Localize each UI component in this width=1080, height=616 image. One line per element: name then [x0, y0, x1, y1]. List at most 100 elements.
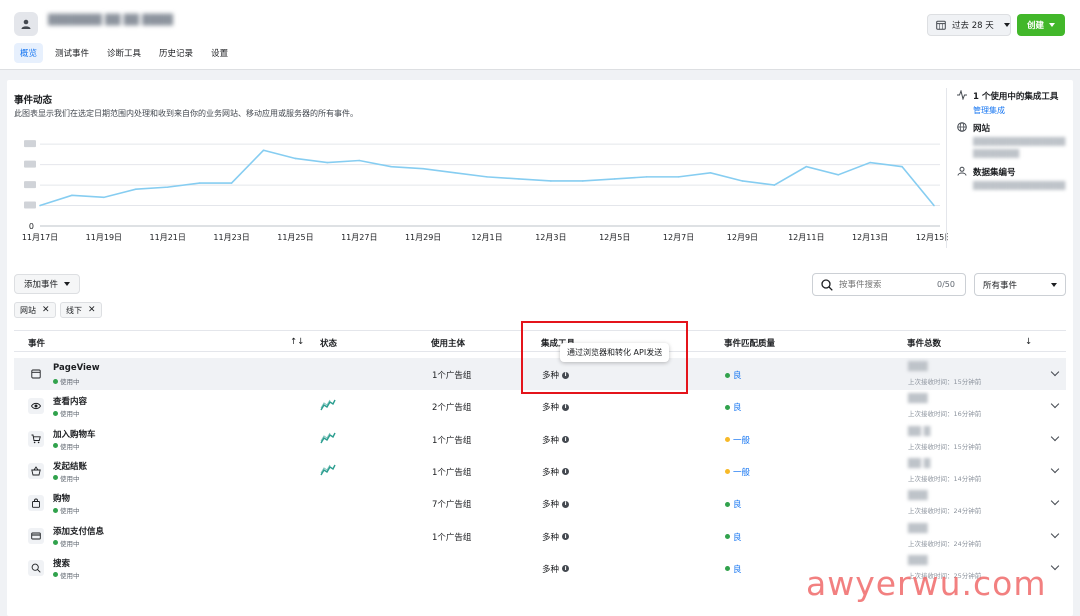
x-tick-label: 12月13日 [852, 233, 888, 242]
quality-dot [725, 404, 730, 410]
table-row[interactable]: 购物 使用中 7个广告组 多种 i 良 ███ 上次接收时间：24分钟前 [14, 487, 1066, 519]
event-filter-select[interactable]: 所有事件 [974, 273, 1066, 296]
chevron-down-icon [1051, 282, 1057, 287]
dataset-avatar[interactable] [14, 12, 38, 36]
event-quality: 良 [725, 401, 742, 413]
table-row[interactable]: 加入购物车 使用中 1个广告组 多种 i 一般 ██ █ 上次接收时间：15分钟前 [14, 423, 1066, 455]
total-count: ██ █ [908, 426, 931, 437]
people-icon [957, 166, 967, 176]
manage-integrations-link[interactable]: 管理集成 [973, 105, 1058, 116]
chevron-down-icon[interactable] [1050, 496, 1060, 506]
last-received: 上次接收时间：15分钟前 [908, 442, 982, 451]
arrow-down-icon[interactable]: ↓ [1025, 337, 1032, 347]
event-owner: 2个广告组 [432, 403, 472, 414]
data-point [262, 149, 265, 152]
data-point [454, 171, 456, 174]
data-point [39, 204, 41, 207]
data-point [613, 178, 616, 180]
dataset-id-value: ████████████████ [973, 181, 1066, 190]
integration-label: 多种 [542, 435, 560, 446]
x-tick-label: 11月17日 [22, 233, 58, 242]
x-tick-label: 12月5日 [599, 233, 630, 242]
event-status: 使用中 [53, 538, 80, 548]
integration-label: 多种 [542, 532, 560, 543]
event-owner: 1个广告组 [432, 467, 472, 478]
event-total: ██ █ 上次接收时间：14分钟前 [908, 459, 981, 483]
event-icon [28, 366, 44, 382]
tab-test-events[interactable]: 测试事件 [49, 43, 95, 63]
info-icon[interactable]: i [562, 565, 570, 573]
event-activity-chart: 0 11月17日 11月19日 11月21日 11月23日 11月25日 11月27日 11月… [22, 140, 948, 242]
activity-title: 事件动态 [14, 95, 53, 106]
event-name: 发起结账 [53, 461, 88, 472]
y-tick-label-redacted [24, 181, 36, 189]
dataset-id-label: 数据集编号 [973, 168, 1016, 178]
event-total: ███ 上次接收时间：16分钟前 [908, 394, 981, 418]
data-point [198, 182, 201, 184]
chevron-down-icon[interactable] [1050, 561, 1060, 571]
event-name: 添加支付信息 [53, 526, 105, 537]
info-icon[interactable]: i [562, 403, 570, 411]
tab-settings[interactable]: 设置 [205, 43, 234, 63]
x-tick-label: 11月25日 [277, 233, 313, 242]
info-icon[interactable]: i [562, 468, 570, 476]
x-tick-label: 11月21日 [150, 233, 186, 242]
event-status: 使用中 [53, 570, 80, 580]
data-point [166, 186, 169, 188]
total-count: ███ [908, 362, 928, 372]
chevron-down-icon[interactable] [1050, 432, 1060, 441]
table-row[interactable]: 查看内容 使用中 2个广告组 多种 i 良 ███ 上次接收时间：16分钟前 [14, 390, 1066, 422]
y-tick-label-redacted [24, 160, 36, 168]
close-icon[interactable]: ✕ [42, 305, 50, 315]
info-icon[interactable]: i [562, 500, 570, 508]
quality-label: 良 [733, 403, 742, 414]
integration-label: 多种 [542, 467, 560, 478]
event-name: 购物 [53, 494, 71, 505]
activity-description: 此图表显示我们在选定日期范围内处理和收到来自你的业务网站、移动应用或服务器的所有… [14, 109, 358, 118]
status-label: 使用中 [60, 410, 80, 419]
sort-icon[interactable]: ↑↓ [290, 337, 304, 347]
quality-dot [725, 469, 730, 475]
filter-chip-website[interactable]: 网站 ✕ [14, 302, 56, 318]
data-point [550, 180, 552, 182]
top-bar: ███████ ██ ██ ████ 概览 测试事件 诊断工具 历史记录 设置 … [0, 0, 1080, 70]
x-tick-label: 11月27日 [341, 233, 377, 242]
chevron-down-icon[interactable] [1050, 529, 1060, 538]
table-row[interactable]: 发起结账 使用中 1个广告组 多种 i 一般 ██ █ 上次接收时间：14分钟前 [14, 455, 1066, 487]
info-icon[interactable]: i [562, 533, 570, 540]
event-search[interactable]: 0/50 [812, 273, 966, 296]
data-point [773, 184, 776, 186]
status-dot [53, 572, 58, 578]
quality-dot [725, 437, 730, 443]
event-integration: 多种 i [542, 531, 570, 543]
chip-label: 线下 [66, 305, 82, 315]
quality-dot [725, 534, 730, 539]
header-total[interactable]: 事件总数 [907, 337, 941, 349]
create-button[interactable]: 创建 [1017, 14, 1065, 36]
event-status: 使用中 [53, 408, 80, 418]
chevron-down-icon[interactable] [1050, 367, 1060, 377]
tab-diagnostics[interactable]: 诊断工具 [101, 43, 147, 63]
table-row[interactable]: 添加支付信息 使用中 1个广告组 多种 i 良 ███ 上次接收时间：24分钟前 [14, 520, 1066, 552]
tab-overview[interactable]: 概览 [14, 43, 44, 63]
add-event-button[interactable]: 添加事件 [14, 274, 80, 294]
data-point [518, 178, 520, 180]
integrations-block: 1 个使用中的集成工具 管理集成 [957, 90, 1058, 116]
website-value: ████████████████ [973, 137, 1066, 146]
x-tick-label: 11月23日 [213, 233, 249, 242]
event-quality: 良 [725, 531, 742, 543]
tab-history[interactable]: 历史记录 [153, 43, 199, 63]
status-label: 使用中 [60, 474, 80, 483]
chevron-down-icon[interactable] [1050, 464, 1060, 474]
info-icon[interactable]: i [562, 436, 570, 444]
date-range-button[interactable]: 过去 28 天 [927, 14, 1011, 36]
filter-chip-offline[interactable]: 线下 ✕ [60, 302, 102, 318]
event-owner: 7个广告组 [432, 500, 472, 511]
search-input[interactable] [839, 279, 931, 290]
chevron-down-icon[interactable] [1050, 400, 1060, 409]
x-tick-label: 12月11日 [788, 233, 824, 242]
data-point [422, 167, 424, 170]
close-icon[interactable]: ✕ [88, 305, 96, 315]
quality-label: 一般 [733, 435, 751, 446]
header-event[interactable]: 事件 [28, 337, 45, 349]
